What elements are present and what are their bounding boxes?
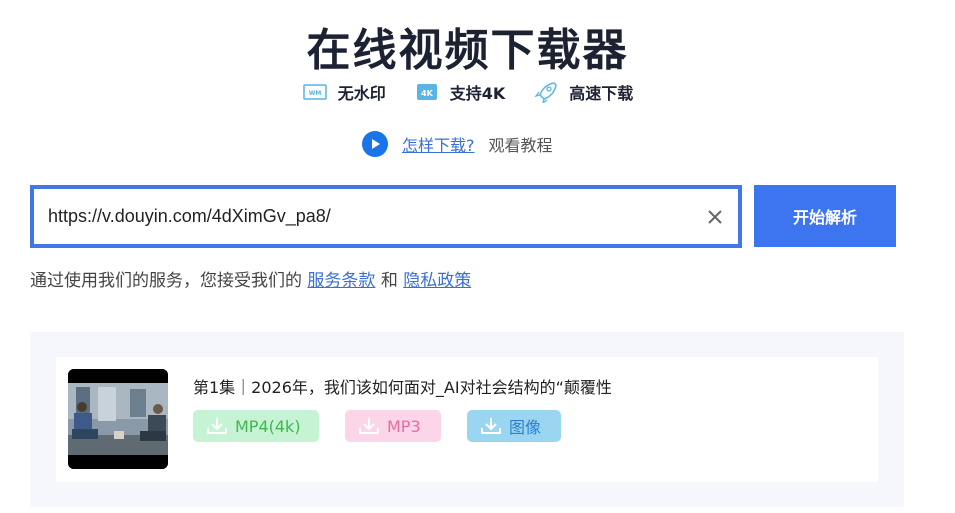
feature-high-speed: 高速下载 bbox=[533, 80, 633, 104]
feature-label: 无水印 bbox=[337, 84, 386, 103]
download-mp3-button[interactable]: MP3 bbox=[345, 410, 441, 442]
feature-label: 支持4K bbox=[449, 84, 506, 103]
clear-button[interactable] bbox=[692, 189, 738, 244]
download-mp4-button[interactable]: MP4(4k) bbox=[193, 410, 319, 442]
close-icon bbox=[708, 209, 722, 224]
feature-4k: 4K 支持4K bbox=[414, 80, 506, 104]
howto-row: 怎样下载? 观看教程 bbox=[362, 131, 553, 157]
download-mp4-label: MP4(4k) bbox=[235, 416, 301, 436]
4k-icon: 4K bbox=[414, 81, 440, 103]
result-panel: 第1集｜2026年，我们该如何面对_AI对社会结构的“颠覆性 MP4(4k) M… bbox=[30, 332, 904, 507]
svg-text:WM: WM bbox=[308, 90, 321, 97]
play-icon[interactable] bbox=[362, 131, 388, 157]
download-icon bbox=[359, 418, 379, 434]
feature-list: WM 无水印 4K 支持4K 高速下载 bbox=[0, 80, 935, 104]
howto-link[interactable]: 怎样下载? bbox=[402, 132, 475, 156]
url-input-box bbox=[30, 185, 742, 248]
result-card: 第1集｜2026年，我们该如何面对_AI对社会结构的“颠覆性 MP4(4k) M… bbox=[56, 357, 878, 482]
feature-label: 高速下载 bbox=[569, 84, 634, 103]
download-image-label: 图像 bbox=[509, 418, 542, 437]
watermark-icon: WM bbox=[302, 81, 328, 103]
download-icon bbox=[481, 418, 501, 434]
url-input[interactable] bbox=[34, 189, 692, 244]
howto-text: 观看教程 bbox=[488, 136, 553, 155]
page-title: 在线视频下载器 bbox=[306, 25, 629, 76]
terms-text: 通过使用我们的服务，您接受我们的 服务条款 和 隐私政策 bbox=[30, 266, 471, 291]
download-icon bbox=[207, 418, 227, 434]
privacy-policy-link[interactable]: 隐私政策 bbox=[403, 271, 471, 291]
svg-text:4K: 4K bbox=[421, 89, 434, 98]
download-mp3-label: MP3 bbox=[387, 416, 421, 436]
terms-of-service-link[interactable]: 服务条款 bbox=[307, 271, 375, 291]
video-title: 第1集｜2026年，我们该如何面对_AI对社会结构的“颠覆性 bbox=[193, 378, 612, 397]
parse-button[interactable]: 开始解析 bbox=[754, 185, 896, 247]
rocket-icon bbox=[533, 81, 559, 103]
download-image-button[interactable]: 图像 bbox=[467, 410, 561, 442]
feature-no-watermark: WM 无水印 bbox=[302, 80, 386, 104]
video-thumbnail[interactable] bbox=[68, 369, 168, 469]
terms-prefix: 通过使用我们的服务，您接受我们的 bbox=[30, 271, 302, 291]
download-buttons: MP4(4k) MP3 图像 bbox=[193, 410, 561, 442]
terms-and: 和 bbox=[380, 271, 398, 291]
